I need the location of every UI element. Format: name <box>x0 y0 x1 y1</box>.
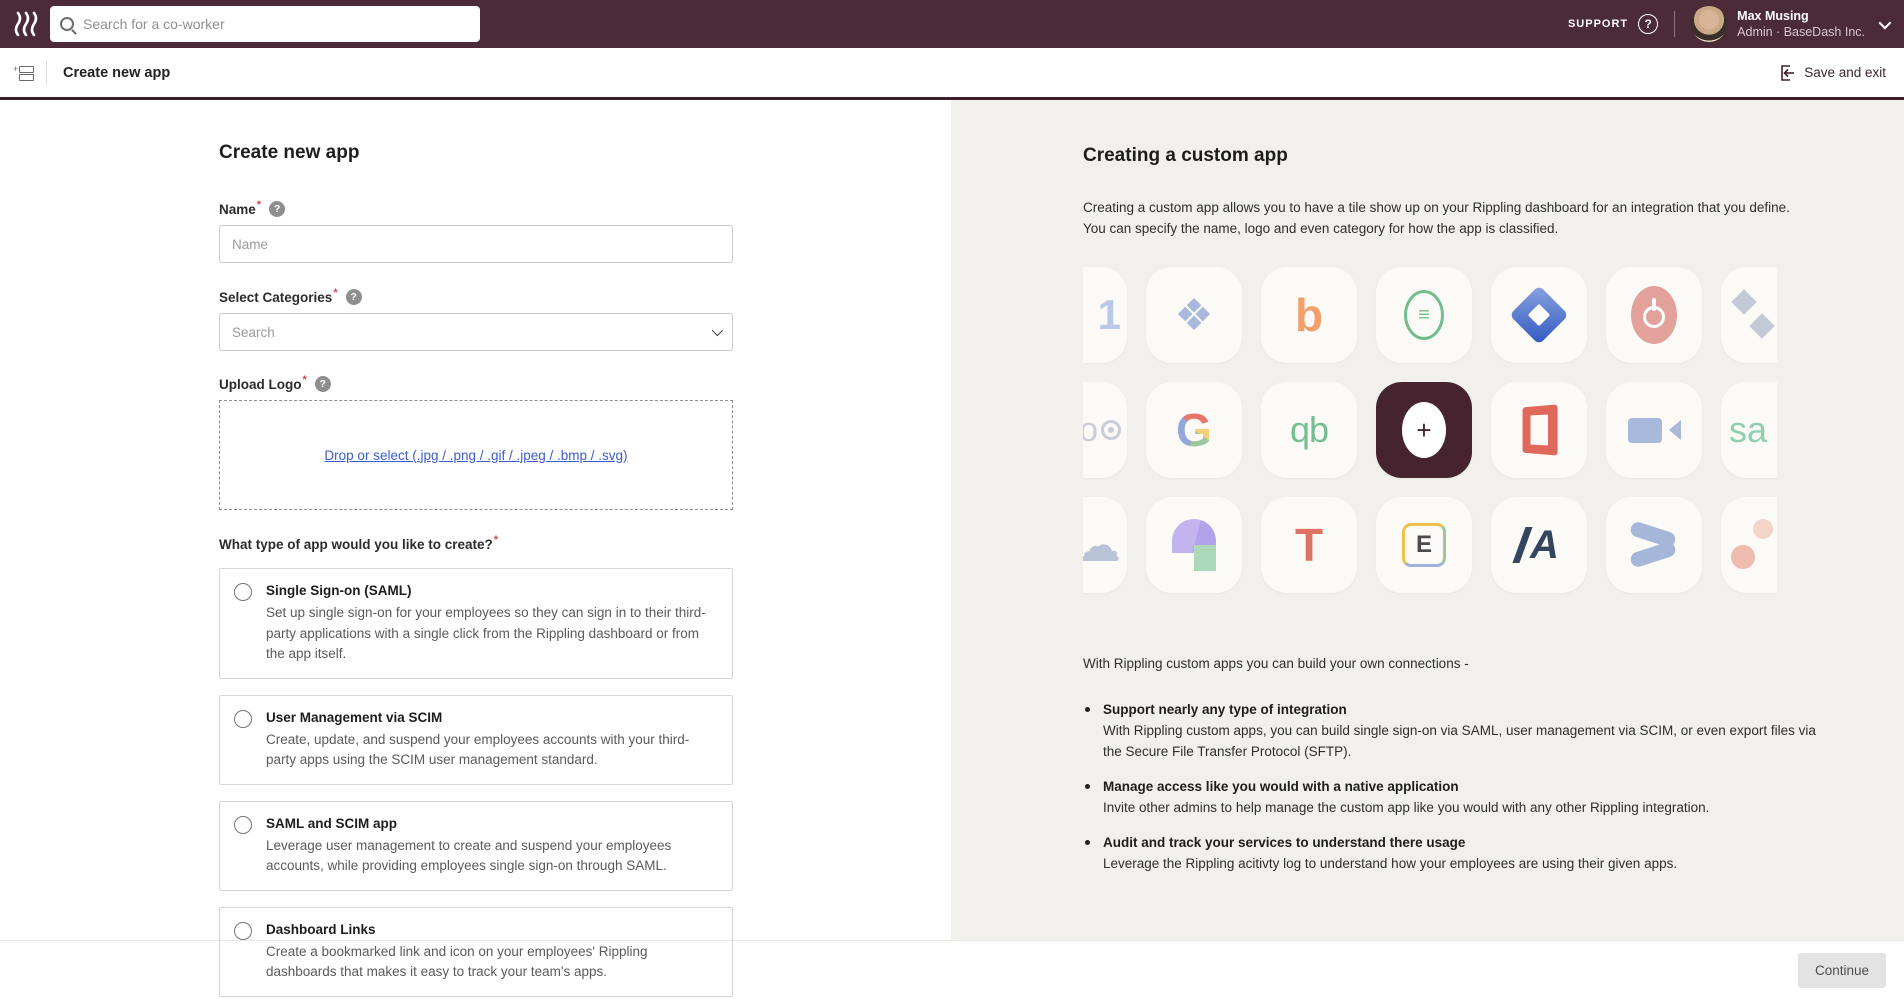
save-and-exit-label: Save and exit <box>1804 65 1886 80</box>
option-description: Create, update, and suspend your employe… <box>266 730 716 771</box>
option-title: SAML and SCIM app <box>266 814 716 833</box>
video-camera-app-tile <box>1606 382 1702 478</box>
custom-app-info-panel: Creating a custom app Creating a custom … <box>951 100 1904 940</box>
power-button-app-tile <box>1606 267 1702 363</box>
toolbar-divider <box>46 61 47 85</box>
save-and-exit-button[interactable]: Save and exit <box>1778 64 1886 82</box>
required-asterisk: * <box>257 199 261 211</box>
radio-button[interactable] <box>234 710 252 728</box>
user-name: Max Musing <box>1737 8 1865 24</box>
connections-intro: With Rippling custom apps you can build … <box>1083 656 1904 671</box>
search-icon <box>60 17 74 31</box>
user-info[interactable]: Max Musing Admin · BaseDash Inc. <box>1737 8 1865 40</box>
bullet-icon <box>1085 840 1090 845</box>
help-icon[interactable]: ? <box>1638 14 1658 34</box>
drop-or-select-link[interactable]: Drop or select (.jpg / .png / .gif / .jp… <box>324 448 627 463</box>
custom-app-plus-tile: + <box>1376 382 1472 478</box>
form-heading: Create new app <box>219 142 733 164</box>
option-description: Leverage user management to create and s… <box>266 836 716 877</box>
list-item: Manage access like you would with a nati… <box>1083 776 1828 818</box>
required-asterisk: * <box>333 287 337 299</box>
exit-icon <box>1778 64 1796 82</box>
gray-diamonds-app-tile <box>1721 267 1777 363</box>
jira-diamond-app-tile <box>1491 267 1587 363</box>
option-dashboard-links[interactable]: Dashboard Links Create a bookmarked link… <box>219 907 733 997</box>
categories-select[interactable]: Search <box>219 313 733 351</box>
quickbooks-app-tile: qb <box>1261 382 1357 478</box>
option-title: User Management via SCIM <box>266 708 716 727</box>
radio-button[interactable] <box>234 922 252 940</box>
list-item: Audit and track your services to underst… <box>1083 832 1828 874</box>
list-item: Support nearly any type of integration W… <box>1083 699 1828 762</box>
categories-placeholder: Search <box>232 325 275 340</box>
user-avatar[interactable] <box>1691 6 1727 42</box>
e-frame-app-tile: E <box>1376 497 1472 593</box>
lines-oval-app-tile: ≡ <box>1376 267 1472 363</box>
create-app-form-panel: Create new app Name* ? Select Categories… <box>0 100 951 940</box>
app-list-icon[interactable]: + <box>14 65 34 81</box>
name-input[interactable] <box>219 225 733 263</box>
pink-dots-app-tile <box>1721 497 1777 593</box>
option-user-management-scim[interactable]: User Management via SCIM Create, update,… <box>219 695 733 785</box>
bullet-description: With Rippling custom apps, you can build… <box>1103 720 1828 762</box>
page-title: Create new app <box>63 65 170 81</box>
continue-button[interactable]: Continue <box>1798 953 1886 988</box>
b-letter-app-tile: b <box>1261 267 1357 363</box>
top-header: SUPPORT ? Max Musing Admin · BaseDash In… <box>0 0 1904 48</box>
ro-letters-app-tile: ro <box>1083 382 1127 478</box>
name-help-icon[interactable]: ? <box>269 201 285 217</box>
radio-button[interactable] <box>234 816 252 834</box>
slash-a-app-tile: A <box>1491 497 1587 593</box>
option-description: Set up single sign-on for your employees… <box>266 603 716 665</box>
radio-button[interactable] <box>234 583 252 601</box>
office-app-tile <box>1491 382 1587 478</box>
t-letter-app-tile: T <box>1261 497 1357 593</box>
bullet-title: Manage access like you would with a nati… <box>1103 776 1709 797</box>
bullet-title: Support nearly any type of integration <box>1103 699 1828 720</box>
bullet-icon <box>1085 707 1090 712</box>
info-heading: Creating a custom app <box>1083 145 1904 167</box>
bullet-description: Invite other admins to help manage the c… <box>1103 797 1709 818</box>
option-title: Dashboard Links <box>266 920 716 939</box>
sa-letters-app-tile: sa <box>1721 382 1777 478</box>
option-title: Single Sign-on (SAML) <box>266 581 716 600</box>
cloud-app-tile: ☁ <box>1083 497 1127 593</box>
upload-logo-label: Upload Logo* ? <box>219 376 733 392</box>
search-input[interactable] <box>83 16 470 32</box>
page-toolbar: + Create new app Save and exit <box>0 48 1904 100</box>
bullet-title: Audit and track your services to underst… <box>1103 832 1677 853</box>
required-asterisk: * <box>494 534 498 546</box>
chevron-down-icon <box>712 325 723 336</box>
categories-label: Select Categories* ? <box>219 289 733 305</box>
google-g-app-tile: G <box>1146 382 1242 478</box>
option-saml-and-scim[interactable]: SAML and SCIM app Leverage user manageme… <box>219 801 733 891</box>
chevron-down-icon[interactable] <box>1879 16 1892 29</box>
coworker-search[interactable] <box>50 6 480 42</box>
rippling-logo[interactable] <box>14 10 40 38</box>
categories-help-icon[interactable]: ? <box>346 289 362 305</box>
logo-dropzone[interactable]: Drop or select (.jpg / .png / .gif / .jp… <box>219 400 733 510</box>
option-description: Create a bookmarked link and icon on you… <box>266 942 716 983</box>
user-role: Admin · BaseDash Inc. <box>1737 24 1865 40</box>
app-type-question: What type of app would you like to creat… <box>219 537 733 552</box>
bullet-icon <box>1085 784 1090 789</box>
required-asterisk: * <box>302 374 306 386</box>
header-divider <box>1674 11 1675 37</box>
petal-app-tile <box>1146 497 1242 593</box>
benefits-list: Support nearly any type of integration W… <box>1083 699 1828 874</box>
diamond-cluster-app-tile: ❖ <box>1146 267 1242 363</box>
name-label: Name* ? <box>219 201 733 217</box>
upload-help-icon[interactable]: ? <box>315 376 331 392</box>
option-single-sign-on-saml[interactable]: Single Sign-on (SAML) Set up single sign… <box>219 568 733 679</box>
info-intro: Creating a custom app allows you to have… <box>1083 197 1793 239</box>
support-link[interactable]: SUPPORT <box>1568 18 1628 30</box>
numeral-one-app-tile: 1 <box>1083 267 1127 363</box>
bullet-description: Leverage the Rippling acitivty log to un… <box>1103 853 1677 874</box>
confluence-app-tile <box>1606 497 1702 593</box>
app-tiles-grid: 1 ❖ b ≡ ro G qb + sa ☁ T E <box>1083 267 1777 612</box>
